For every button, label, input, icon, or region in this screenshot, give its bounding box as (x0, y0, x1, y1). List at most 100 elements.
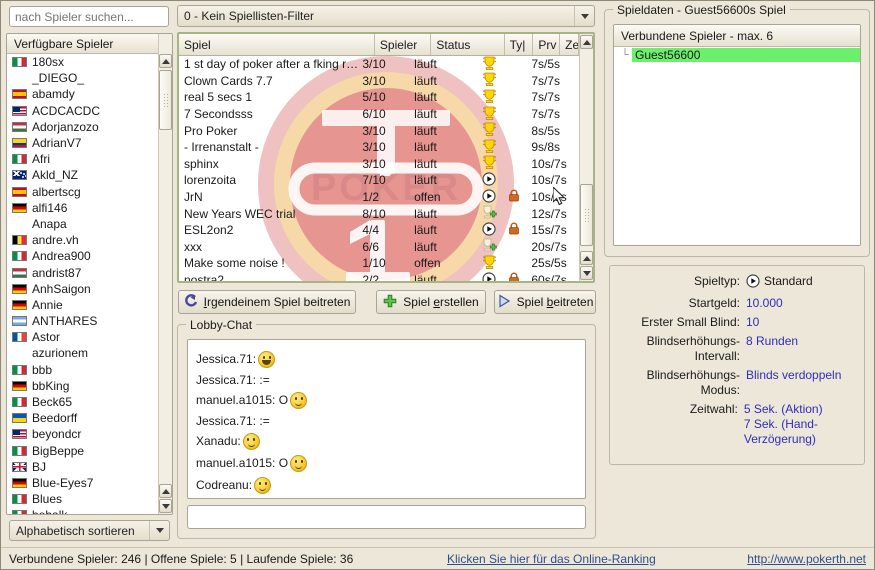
flag-icon-de (12, 299, 27, 310)
game-players: 2/2 (362, 273, 380, 281)
games-table-body[interactable]: 1 st day of poker after a fking r… 3/10 lä… (179, 56, 579, 281)
player-list-scrollbar[interactable] (158, 34, 172, 514)
games-table-row[interactable]: xxx 6/6 läuft 20s/7s (179, 238, 579, 256)
player-list-item[interactable]: Beedorff (7, 410, 158, 426)
player-list-item[interactable]: azurionem (7, 345, 158, 361)
online-ranking-link[interactable]: Klicken Sie hier für das Online-Ranking (447, 552, 656, 566)
games-table-row[interactable]: JrN 1/2 offen 10s/5s (179, 188, 579, 206)
available-players-header-label: Verfügbare Spieler (14, 36, 114, 51)
games-column-header-spieler[interactable]: Spieler (374, 34, 432, 55)
games-table-scrollbar[interactable] (579, 34, 593, 281)
games-column-header-spiel[interactable]: Spiel (179, 34, 375, 55)
website-link[interactable]: http://www.pokerth.net (747, 552, 866, 566)
player-list-scroll-thumb[interactable] (159, 70, 172, 130)
game-players-cell: 2/2 (357, 273, 409, 281)
player-list-item[interactable]: ACDCACDC (7, 103, 158, 119)
game-status: läuft (414, 239, 437, 254)
player-list-item[interactable]: andrist87 (7, 264, 158, 280)
game-players: 8/10 (362, 206, 386, 221)
games-table-row[interactable]: Pro Poker 3/10 läuft 8s/5s (179, 122, 579, 139)
game-name-cell: - Irrenanstalt - (179, 140, 357, 154)
game-status-cell: läuft (409, 57, 476, 71)
game-status-cell: läuft (409, 157, 476, 171)
player-list-item[interactable]: albertscg (7, 184, 158, 200)
game-players-cell: 3/10 (357, 124, 409, 138)
player-list-item[interactable]: BJ (7, 459, 158, 475)
games-table-row[interactable]: 7 Secondsss 6/10 läuft 7s/7s (179, 106, 579, 123)
player-name: Beedorff (32, 411, 78, 426)
games-table-row[interactable]: real 5 secs 1 5/10 läuft 7s/7s (179, 89, 579, 106)
games-table-row[interactable]: sphinx 3/10 läuft 10s/7s (179, 155, 579, 173)
search-input[interactable] (9, 6, 169, 27)
connected-players-box: Verbundene Spieler - max. 6 └ Guest56600 (613, 24, 861, 246)
player-list[interactable]: 180sx _DIEGO_ abamdy ACDCACDC Adorjanzozo Adr… (7, 54, 158, 514)
create-game-button[interactable]: Spiel erstellen (376, 290, 486, 314)
lobby-chat-input[interactable] (187, 505, 586, 529)
games-column-header-status[interactable]: Status (431, 34, 505, 55)
games-table-row[interactable]: - Irrenanstalt - 3/10 läuft 9s/8s (179, 139, 579, 156)
player-list-item[interactable]: 180sx (7, 54, 158, 70)
games-table-row[interactable]: lorenzoita 7/10 läuft 10s/7s (179, 172, 579, 189)
player-list-item[interactable]: Adorjanzozo (7, 119, 158, 135)
games-table-row[interactable]: nostra2 2/2 läuft 60s/7s (179, 271, 579, 281)
chevron-down-icon[interactable] (149, 521, 169, 540)
player-list-item[interactable]: BigBeppe (7, 443, 158, 459)
player-list-item[interactable]: Afri (7, 151, 158, 167)
game-time-cell: 7s/5s (526, 57, 579, 71)
join-game-button[interactable]: Spiel beitreten (494, 290, 596, 314)
game-status-cell: läuft (409, 124, 476, 138)
join-any-game-button[interactable]: Irgendeinem Spiel beitreten (178, 290, 356, 314)
player-list-item[interactable]: beyondcr (7, 426, 158, 442)
player-list-scroll-down-upper-button[interactable] (159, 484, 172, 498)
player-list-item[interactable]: Annie (7, 297, 158, 313)
player-list-item[interactable]: Blue-Eyes7 (7, 475, 158, 491)
game-time-cell: 8s/5s (526, 124, 579, 138)
player-list-item[interactable]: Astor (7, 329, 158, 345)
player-list-item[interactable]: bbKing (7, 378, 158, 394)
games-column-header-typ[interactable]: Ty| (504, 34, 534, 55)
game-status-cell: offen (409, 190, 476, 204)
flag-icon-none (12, 73, 27, 83)
status-counts: Verbundene Spieler: 246 | Offene Spiele:… (9, 551, 354, 566)
games-table-row[interactable]: Make some noise ! 1/10 offen 25s/5s (179, 255, 579, 272)
player-list-item[interactable]: abamdy (7, 86, 158, 102)
games-table-row[interactable]: New Years WEC trial 8/10 läuft 12s/7s (179, 205, 579, 222)
trophy-add-icon (482, 205, 497, 222)
games-column-header-prv[interactable]: Prv (533, 34, 561, 55)
games-scroll-up-button[interactable] (580, 35, 593, 49)
player-list-item[interactable]: bobalk (7, 507, 158, 514)
player-list-item[interactable]: Anapa (7, 216, 158, 232)
player-list-item[interactable]: Andrea900 (7, 248, 158, 264)
connected-player-item[interactable]: └ Guest56600 (614, 47, 860, 63)
sort-players-combo[interactable]: Alphabetisch sortieren (9, 520, 170, 541)
player-list-item[interactable]: Akld_NZ (7, 167, 158, 183)
games-column-header-zeit[interactable]: Zei∧ (560, 34, 579, 55)
games-scroll-thumb[interactable] (580, 184, 593, 246)
player-list-item[interactable]: andre.vh (7, 232, 158, 248)
game-filter-combo[interactable]: 0 - Kein Spiellisten-Filter (177, 5, 595, 27)
standard-game-icon (746, 274, 760, 292)
player-list-scroll-down-button[interactable] (159, 499, 172, 513)
lobby-chat-log[interactable]: Jessica.71: Jessica.71: := manuel.a1015: O… (187, 339, 586, 499)
games-scroll-down-button[interactable] (580, 266, 593, 280)
player-list-item[interactable]: Beck65 (7, 394, 158, 410)
player-list-item[interactable]: bbb (7, 362, 158, 378)
connected-players-list[interactable]: └ Guest56600 (614, 47, 860, 63)
player-name: alfi146 (32, 200, 68, 215)
player-list-item[interactable]: AnhSaigon (7, 281, 158, 297)
player-list-scroll-up-button[interactable] (159, 54, 172, 68)
game-name-cell: New Years WEC trial (179, 207, 357, 221)
player-list-item[interactable]: ANTHARES (7, 313, 158, 329)
games-table-row[interactable]: 1 st day of poker after a fking r… 3/10 lä… (179, 56, 579, 73)
games-scroll-up-lower-button[interactable] (580, 251, 593, 265)
game-name: lorenzoita (184, 173, 237, 188)
game-detail-label: Spieltyp: (693, 274, 740, 288)
games-table-row[interactable]: Clown Cards 7.7 3/10 läuft 7s/7s (179, 72, 579, 90)
games-table-header[interactable]: Spiel Spieler Status Ty| PrvZei∧ (179, 34, 579, 56)
player-list-item[interactable]: Blues (7, 491, 158, 507)
player-list-item[interactable]: alfi146 (7, 200, 158, 216)
player-list-item[interactable]: AdrianV7 (7, 135, 158, 151)
games-table-row[interactable]: ESL2on2 4/4 läuft 15s/7s (179, 222, 579, 239)
chevron-down-icon[interactable] (574, 6, 594, 26)
player-list-item[interactable]: _DIEGO_ (7, 70, 158, 86)
